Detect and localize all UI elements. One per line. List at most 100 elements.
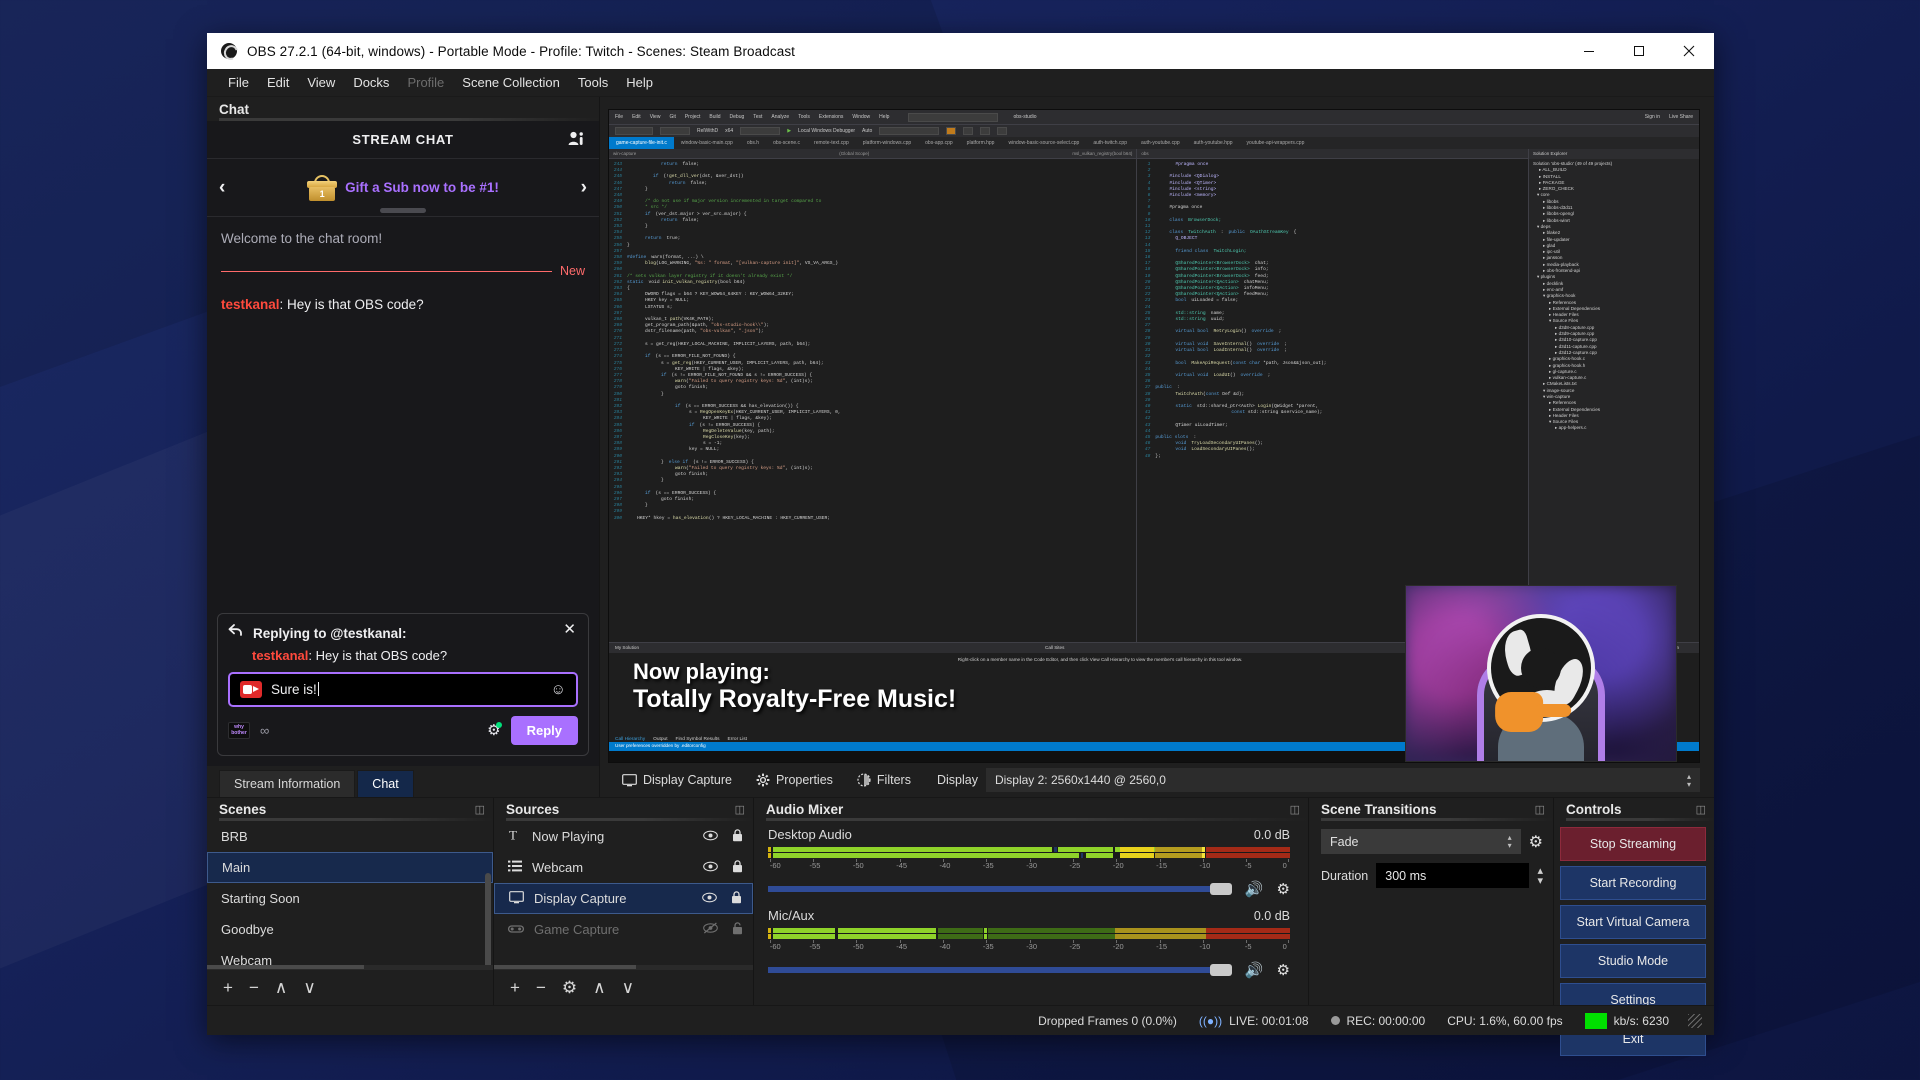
menu-docks[interactable]: Docks	[344, 72, 398, 93]
volume-slider-knob[interactable]	[1209, 883, 1232, 895]
move-source-up-button[interactable]: ∧	[593, 978, 605, 998]
audio-settings-gear-icon[interactable]: ⚙	[1277, 961, 1290, 979]
chat-input[interactable]: Sure is!	[271, 682, 542, 697]
lock-icon[interactable]	[732, 859, 743, 876]
studio-mode-button[interactable]: Studio Mode	[1560, 944, 1706, 978]
scene-item-main[interactable]: Main	[207, 852, 493, 883]
maximize-button[interactable]	[1614, 33, 1664, 69]
svg-text:T: T	[509, 828, 517, 842]
promo-next-icon[interactable]: ›	[581, 177, 587, 199]
float-dock-icon[interactable]: ◫	[1290, 803, 1300, 816]
chat-viewers-icon[interactable]	[568, 131, 585, 151]
audio-settings-gear-icon[interactable]: ⚙	[1277, 880, 1290, 898]
scenes-list[interactable]: BRB Main Starting Soon Goodbye Webcam We…	[207, 821, 493, 969]
tick-label: -50	[852, 861, 864, 870]
menu-scene-collection[interactable]: Scene Collection	[453, 72, 569, 93]
remove-scene-button[interactable]: −	[249, 978, 259, 998]
close-button[interactable]	[1664, 33, 1714, 69]
lock-icon[interactable]	[732, 828, 743, 845]
properties-button[interactable]: Properties	[744, 769, 845, 791]
preview-column: File Edit View Git Project Build Debug T…	[600, 97, 1714, 797]
now-playing-line-2: Totally Royalty-Free Music!	[633, 684, 957, 713]
bitrate-status: kb/s: 6230	[1574, 1012, 1680, 1029]
chat-message-log: Welcome to the chat room! New testkanal:…	[207, 217, 599, 613]
scene-item-goodbye[interactable]: Goodbye	[207, 914, 493, 945]
promo-drag-pill[interactable]	[380, 208, 426, 213]
move-scene-up-button[interactable]: ∧	[275, 978, 287, 998]
float-dock-icon[interactable]: ◫	[735, 803, 745, 816]
preview-canvas[interactable]: File Edit View Git Project Build Debug T…	[608, 109, 1700, 763]
emoji-icon[interactable]: ☺	[551, 682, 566, 697]
mute-icon[interactable]: 🔊	[1245, 880, 1264, 898]
reply-button[interactable]: Reply	[510, 716, 578, 745]
close-icon[interactable]: ✕	[563, 622, 576, 637]
dropped-frames-status: Dropped Frames 0 (0.0%)	[1027, 1014, 1188, 1028]
menu-file[interactable]: File	[219, 72, 258, 93]
chat-promo-banner[interactable]: ‹ 1 Gift a Sub now to be #1! ›	[207, 159, 599, 217]
webcam-source-overlay[interactable]	[1405, 585, 1677, 762]
start-recording-button[interactable]: Start Recording	[1560, 866, 1706, 900]
menu-help[interactable]: Help	[617, 72, 662, 93]
chat-input-row[interactable]: Sure is! ☺	[228, 672, 578, 707]
filters-button[interactable]: Filters	[845, 769, 923, 791]
eye-icon[interactable]	[703, 829, 718, 844]
glasses-icon[interactable]: ∞	[260, 723, 269, 738]
transition-properties-gear-icon[interactable]: ⚙	[1529, 832, 1543, 852]
volume-slider[interactable]	[768, 964, 1232, 976]
lock-icon[interactable]	[731, 890, 742, 907]
source-item-now-playing[interactable]: T Now Playing	[494, 821, 753, 852]
menu-view[interactable]: View	[298, 72, 344, 93]
volume-slider[interactable]	[768, 883, 1232, 895]
eye-off-icon[interactable]	[703, 922, 718, 937]
duration-stepper[interactable]: ▴ ▾	[1537, 865, 1543, 886]
tab-stream-information[interactable]: Stream Information	[219, 770, 356, 797]
add-scene-button[interactable]: +	[223, 978, 233, 998]
tick-label: -15	[1156, 861, 1167, 870]
remove-source-button[interactable]: −	[536, 978, 546, 998]
scene-item-starting-soon[interactable]: Starting Soon	[207, 883, 493, 914]
source-item-webcam[interactable]: Webcam	[494, 852, 753, 883]
chevron-updown-icon[interactable]: ▴ ▾	[1687, 772, 1691, 788]
vs-tab: youtube-api-wrappers.cpp	[1246, 140, 1305, 146]
display-label: Display	[936, 773, 978, 787]
float-dock-icon[interactable]: ◫	[1535, 803, 1545, 816]
transition-select[interactable]: Fade ▴ ▾	[1321, 829, 1521, 854]
volume-slider-knob[interactable]	[1209, 964, 1232, 976]
add-source-button[interactable]: +	[510, 978, 520, 998]
display-select[interactable]: Display 2: 2560x1440 @ 2560,0 ▴ ▾	[985, 768, 1700, 792]
vs-auto-label: Auto	[862, 128, 873, 134]
chat-message-username[interactable]: testkanal	[221, 297, 280, 312]
promo-prev-icon[interactable]: ‹	[219, 177, 225, 199]
stop-streaming-button[interactable]: Stop Streaming	[1560, 827, 1706, 861]
resize-grip[interactable]	[1688, 1013, 1702, 1028]
chevron-updown-icon[interactable]: ▴ ▾	[1508, 834, 1512, 850]
scenes-hscrollbar[interactable]	[207, 965, 493, 969]
minimize-button[interactable]	[1564, 33, 1614, 69]
unlock-icon[interactable]	[732, 921, 743, 938]
float-dock-icon[interactable]: ◫	[1696, 803, 1706, 816]
source-item-display-capture[interactable]: Display Capture	[494, 883, 753, 914]
sources-hscrollbar[interactable]	[494, 965, 753, 969]
source-item-game-capture[interactable]: Game Capture	[494, 914, 753, 945]
vs-menu-item: Git	[669, 114, 676, 120]
move-scene-down-button[interactable]: ∨	[303, 978, 315, 998]
scenes-scrollbar[interactable]	[485, 873, 491, 969]
chat-settings-gear-icon[interactable]: ⚙	[487, 722, 503, 738]
float-dock-icon[interactable]: ◫	[475, 803, 485, 816]
mute-icon[interactable]: 🔊	[1245, 961, 1264, 979]
eye-icon[interactable]	[702, 891, 717, 906]
sources-list[interactable]: T Now Playing Webcam Display Capture Gam…	[494, 821, 753, 969]
menu-edit[interactable]: Edit	[258, 72, 298, 93]
duration-input[interactable]: 300 ms	[1376, 863, 1530, 888]
display-select-value: Display 2: 2560x1440 @ 2560,0	[994, 773, 1166, 787]
start-virtual-camera-button[interactable]: Start Virtual Camera	[1560, 905, 1706, 939]
source-properties-button[interactable]: ⚙	[562, 978, 577, 998]
move-source-down-button[interactable]: ∨	[622, 978, 634, 998]
tick-label: -5	[1244, 861, 1252, 870]
menu-tools[interactable]: Tools	[569, 72, 617, 93]
track-meter	[768, 847, 1290, 858]
eye-icon[interactable]	[703, 860, 718, 875]
filters-label: Filters	[876, 773, 911, 787]
scene-item-brb[interactable]: BRB	[207, 821, 493, 852]
tab-chat[interactable]: Chat	[357, 770, 414, 797]
